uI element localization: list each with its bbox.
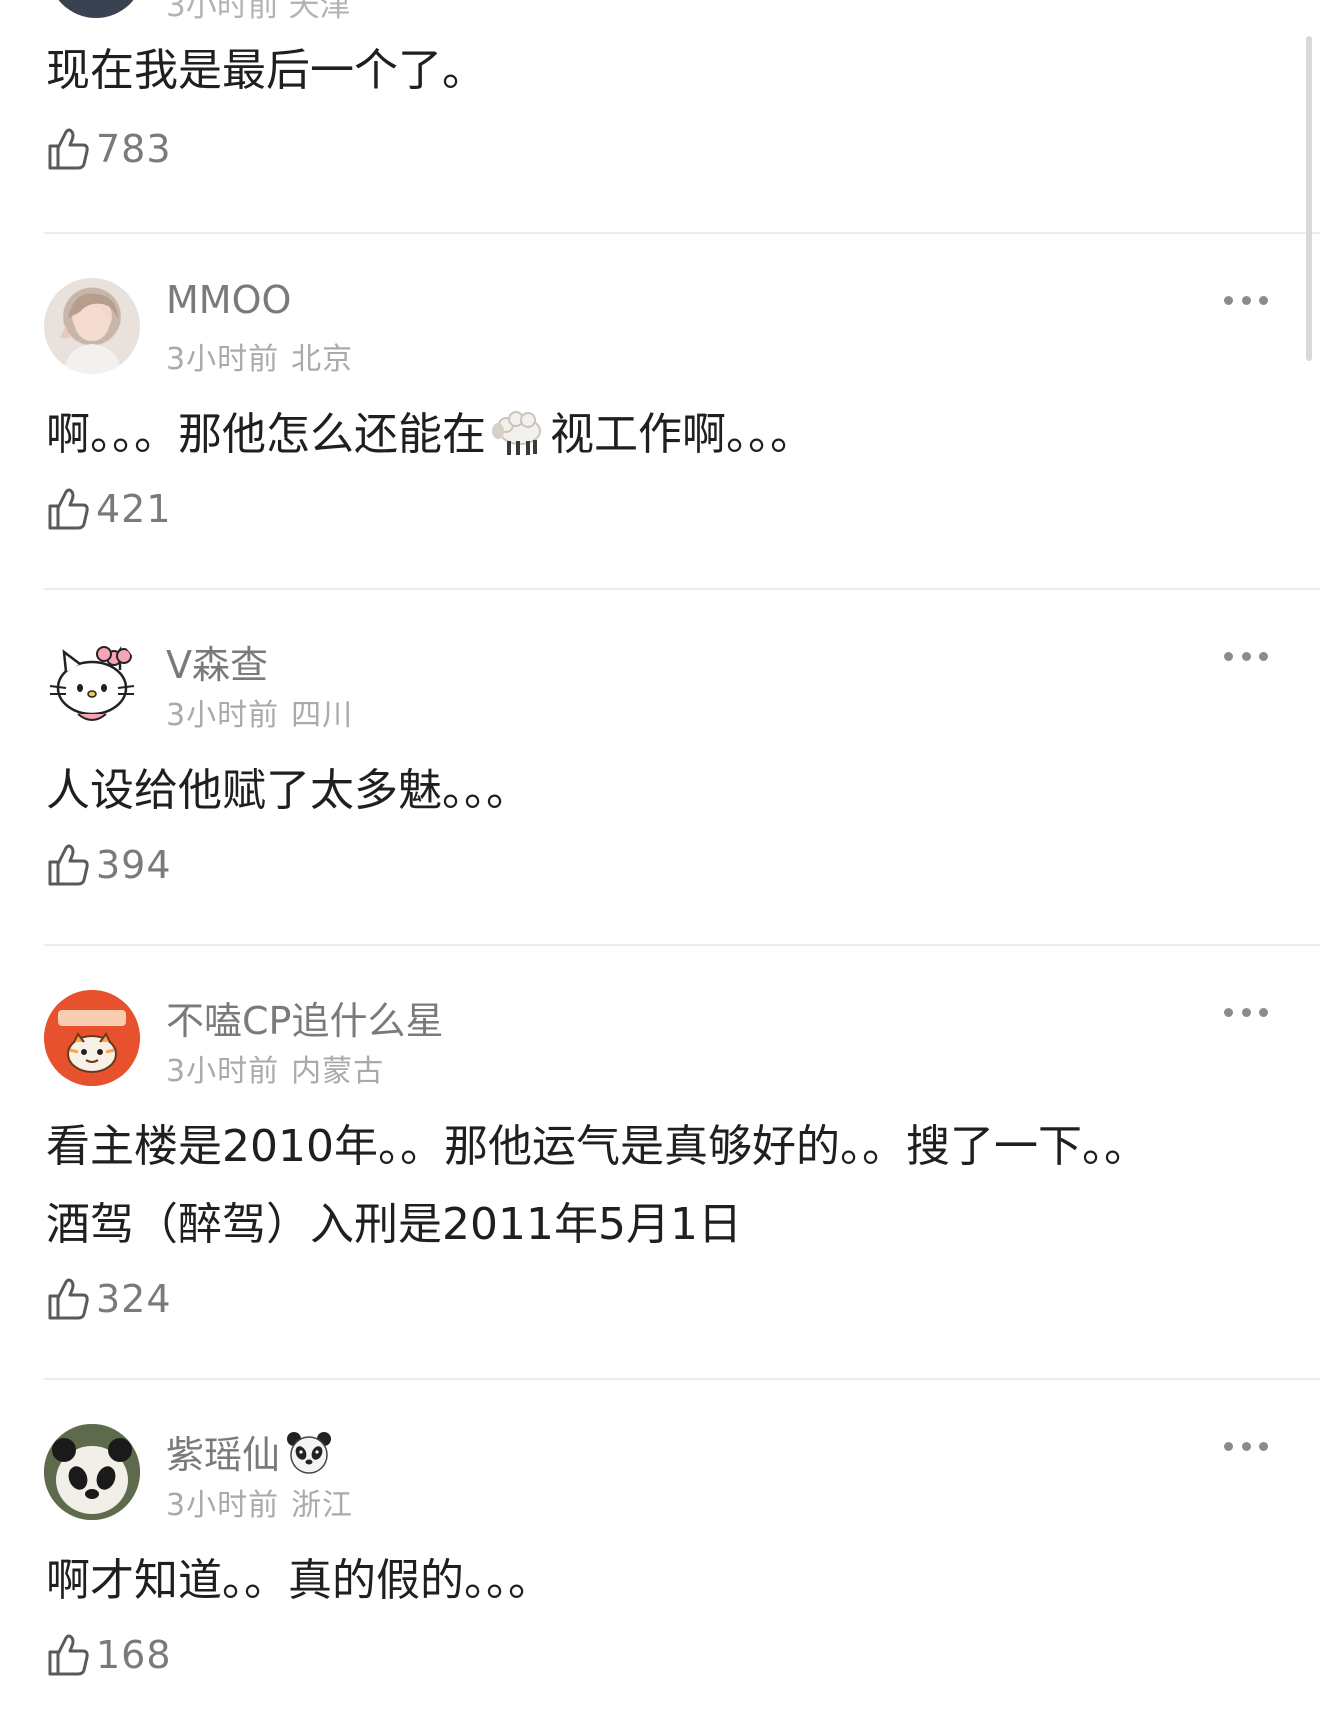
comment-meta: 3小时前 北京: [166, 334, 353, 378]
comment-text: 现在我是最后一个了。: [46, 45, 486, 96]
like-button[interactable]: 168: [46, 1630, 172, 1680]
comment-location: 四川: [291, 698, 354, 733]
avatar[interactable]: [48, 0, 144, 18]
like-count: 421: [96, 487, 172, 531]
sheep-emoji: [492, 411, 541, 455]
comment-time: 3小时前: [166, 1488, 280, 1523]
comment-text-part: 视工作啊。。。: [550, 409, 814, 460]
like-count: 783: [96, 127, 172, 171]
thumbs-up-icon: [48, 844, 89, 886]
thumbs-up-icon: [48, 488, 89, 530]
comment-meta: 3小时前 内蒙古: [166, 1046, 384, 1090]
scrollbar[interactable]: [1306, 36, 1312, 361]
divider: [44, 588, 1320, 590]
comment-text: 啊。。。那他怎么还能在 视工作啊。。。: [46, 396, 1260, 474]
username-text: 紫瑶仙: [166, 1433, 281, 1477]
comment-meta: 3小时前 浙江: [166, 1480, 353, 1524]
comment-text-line: 酒驾（醉驾）入刑是2011年5月1日: [46, 1199, 742, 1250]
comment-location: 内蒙古: [291, 1054, 385, 1089]
comment-text: 人设给他赋了太多魅。。。: [46, 765, 530, 816]
thumbs-up-icon: [48, 1278, 89, 1320]
comment-time: 3小时前: [166, 342, 280, 377]
username[interactable]: V森查: [166, 634, 268, 689]
divider: [44, 1378, 1320, 1380]
like-count: 394: [96, 843, 172, 887]
thumbs-up-icon: [48, 1634, 89, 1676]
divider: [44, 232, 1320, 234]
avatar[interactable]: [44, 278, 140, 374]
panda-emoji: [287, 1432, 332, 1474]
comment-meta: 3小时前 四川: [166, 690, 353, 734]
username[interactable]: MMOO: [166, 278, 291, 322]
tiger-avatar: [44, 990, 140, 1086]
panda-avatar: [44, 1424, 140, 1520]
like-button[interactable]: 783: [46, 124, 172, 174]
more-options-button[interactable]: [1224, 295, 1268, 305]
comment-text-line: 看主楼是2010年。。那他运气是真够好的。。搜了一下。。: [46, 1121, 1148, 1172]
avatar[interactable]: [44, 634, 140, 730]
avatar[interactable]: [44, 1424, 140, 1520]
like-count: 324: [96, 1277, 172, 1321]
comment-location: 浙江: [291, 1488, 354, 1523]
like-button[interactable]: 421: [46, 484, 172, 534]
username[interactable]: 紫瑶仙: [166, 1424, 332, 1479]
comment-feed: 3小时前 天津 现在我是最后一个了。 783 MMOO 3小时前 北京 啊。。。那…: [0, 0, 1320, 1727]
comment-text: 看主楼是2010年。。那他运气是真够好的。。搜了一下。。 酒驾（醉驾）入刑是20…: [46, 1108, 1300, 1264]
like-button[interactable]: 324: [46, 1274, 172, 1324]
avatar[interactable]: [44, 990, 140, 1086]
more-options-button[interactable]: [1224, 1007, 1268, 1017]
comment-location: 北京: [291, 342, 354, 377]
avatar-photo: [60, 293, 122, 374]
comment-text: 啊才知道。。真的假的。。。: [46, 1555, 552, 1606]
comment-meta: 3小时前 天津: [166, 0, 351, 24]
comment-time: 3小时前: [166, 698, 280, 733]
comment-text-part: 啊。。。那他怎么还能在: [46, 409, 486, 460]
more-options-button[interactable]: [1224, 651, 1268, 661]
like-count: 168: [96, 1633, 172, 1677]
hello-kitty-avatar: [49, 646, 135, 721]
thumbs-up-icon: [48, 128, 89, 170]
like-button[interactable]: 394: [46, 840, 172, 890]
username[interactable]: 不嗑CP追什么星: [166, 990, 443, 1045]
comment-time: 3小时前: [166, 1054, 280, 1089]
divider: [44, 944, 1320, 946]
more-options-button[interactable]: [1224, 1441, 1268, 1451]
